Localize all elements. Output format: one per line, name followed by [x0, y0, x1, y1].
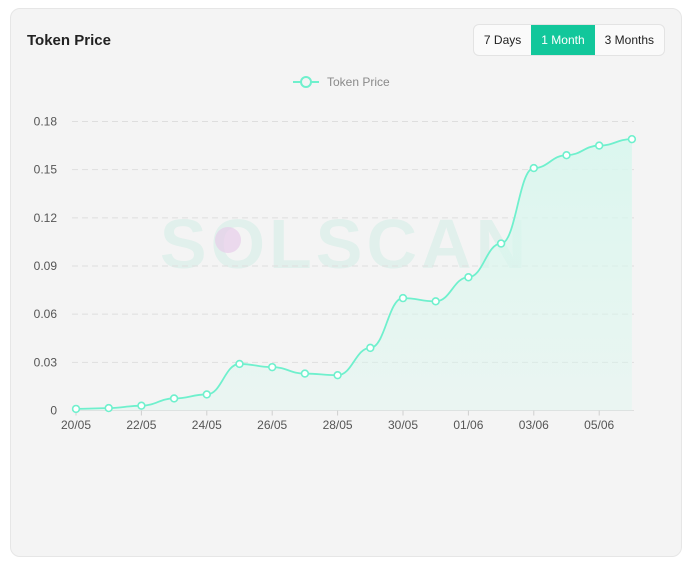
- data-point: [398, 293, 408, 303]
- x-tick-label: 03/06: [519, 418, 549, 432]
- price-chart: SOLSCAN 0 0.03 0.06 0.09 0.12 0.15 0.18 20/05 2…: [34, 115, 637, 432]
- data-point: [104, 403, 113, 413]
- data-point: [496, 239, 506, 248]
- data-point: [366, 343, 375, 353]
- watermark-dot: [215, 227, 241, 253]
- data-point: [137, 401, 146, 410]
- data-point: [202, 390, 212, 399]
- watermark-text: SOLSCAN: [160, 205, 530, 283]
- y-tick-label: 0.12: [34, 211, 58, 225]
- watermark-logo: SOLSCAN: [160, 205, 530, 283]
- x-tick-label: 30/05: [388, 418, 418, 432]
- x-tick-label: 28/05: [323, 418, 353, 432]
- data-point: [431, 297, 440, 306]
- data-point: [562, 151, 571, 160]
- y-tick-label: 0.03: [34, 355, 58, 369]
- y-tick-label: 0.09: [34, 259, 58, 273]
- data-point: [235, 359, 244, 369]
- x-tick-label: 20/05: [61, 418, 91, 432]
- y-tick-label: 0.15: [34, 163, 58, 177]
- x-tick-label: 24/05: [192, 418, 222, 432]
- y-tick-label: 0: [50, 404, 57, 418]
- data-point: [169, 394, 179, 403]
- data-point: [71, 404, 81, 414]
- x-tick-label: 26/05: [257, 418, 287, 432]
- data-point: [627, 134, 637, 144]
- data-point: [529, 163, 538, 173]
- data-point: [268, 362, 277, 372]
- x-tick-label: 05/06: [584, 418, 614, 432]
- y-tick-label: 0.06: [34, 307, 58, 321]
- data-point: [333, 370, 342, 380]
- x-tick-label: 22/05: [126, 418, 156, 432]
- x-tick-label: 01/06: [453, 418, 483, 432]
- data-point: [464, 273, 473, 282]
- data-point: [594, 141, 604, 150]
- data-point: [300, 369, 310, 378]
- y-tick-label: 0.18: [34, 115, 58, 129]
